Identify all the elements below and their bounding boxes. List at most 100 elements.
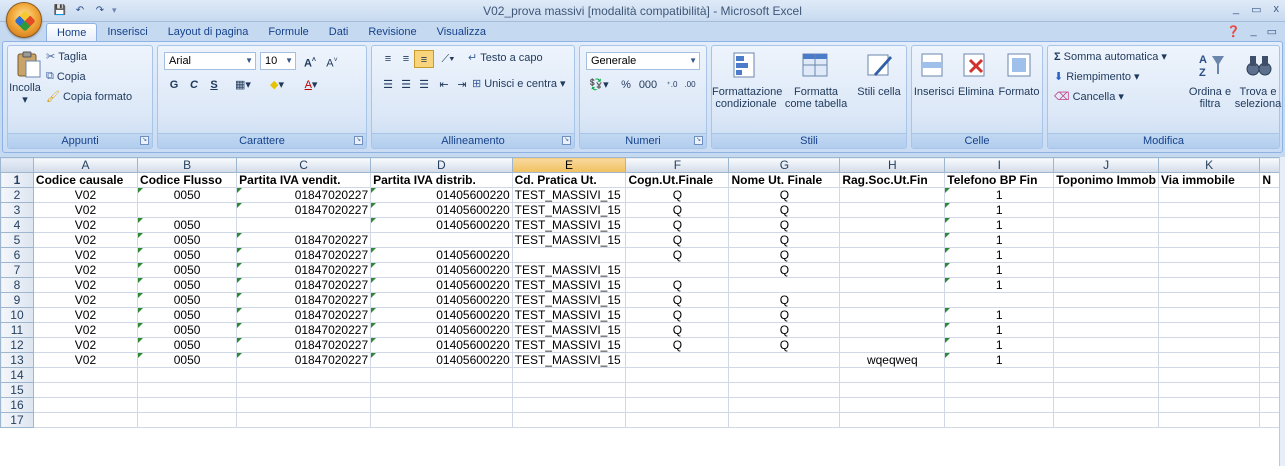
cell[interactable] [1053,187,1159,203]
restore-button[interactable]: ▭ [1251,3,1261,16]
cell[interactable]: 01405600220 [370,337,513,353]
cell[interactable] [1157,352,1261,368]
cell[interactable] [511,382,627,398]
cell-styles-button[interactable]: Stili cella [854,86,904,98]
vertical-scrollbar[interactable] [1279,157,1285,466]
row-header[interactable]: 1 [0,172,34,188]
cell[interactable] [839,202,946,218]
cell[interactable] [1259,397,1280,413]
cell[interactable]: 01405600220 [370,352,513,368]
cell[interactable]: Q [625,217,730,233]
cell[interactable]: 01405600220 [370,202,513,218]
cell[interactable]: 01847020227 [236,232,372,248]
underline-button[interactable]: S [204,76,224,94]
cell[interactable]: V02 [32,292,139,308]
cell[interactable] [1259,277,1280,293]
cell[interactable]: 01405600220 [370,277,513,293]
cell[interactable] [944,412,1055,428]
cell[interactable] [1157,292,1261,308]
minimize-button[interactable]: _ [1233,3,1239,16]
align-left-icon[interactable]: ☰ [378,76,398,94]
cell[interactable]: 01847020227 [236,337,372,353]
align-bottom-icon[interactable]: ≡ [414,50,434,68]
cell[interactable]: Cd. Pratica Ut. [511,172,627,188]
cell-styles-icon[interactable] [864,50,894,80]
tab-layout[interactable]: Layout di pagina [158,23,259,42]
tab-formule[interactable]: Formule [258,23,318,42]
cell[interactable]: 0050 [137,262,238,278]
help-icon[interactable]: ❓ [1227,25,1241,38]
cell[interactable] [728,397,841,413]
row-header[interactable]: 7 [0,262,34,278]
cell[interactable]: Q [728,307,841,323]
close-button[interactable]: x [1274,3,1280,16]
cell[interactable] [1157,307,1261,323]
cell[interactable]: 1 [944,337,1055,353]
cell[interactable]: Q [728,247,841,263]
fill-button[interactable]: ⬇ Riempimento ▾ [1054,70,1140,84]
cell[interactable] [728,277,841,293]
cell[interactable] [944,367,1055,383]
cell[interactable] [1053,307,1159,323]
cell[interactable]: 0050 [137,292,238,308]
cell[interactable] [625,382,730,398]
align-right-icon[interactable]: ☰ [414,76,434,94]
cell[interactable]: Q [625,232,730,248]
wrap-text-button[interactable]: ↵ Testo a capo [468,51,543,65]
office-button[interactable] [6,2,42,38]
cell[interactable]: 01847020227 [236,187,372,203]
cell[interactable] [1157,202,1261,218]
cell[interactable] [1259,382,1280,398]
orientation-icon[interactable]: ⟋▾ [436,50,460,68]
cell[interactable]: V02 [32,322,139,338]
cell[interactable]: Codice Flusso [137,172,238,188]
tab-visualizza[interactable]: Visualizza [427,23,496,42]
cell[interactable] [1157,412,1261,428]
cell[interactable]: Toponimo Immob [1053,172,1159,188]
cell[interactable] [625,352,730,368]
cell[interactable]: Partita IVA distrib. [370,172,513,188]
cell[interactable]: 0050 [137,322,238,338]
cell[interactable] [839,247,946,263]
find-select-button[interactable]: Trova e seleziona [1234,86,1282,110]
fill-color-icon[interactable]: ◆▾ [262,76,292,94]
cell[interactable] [1053,277,1159,293]
cell[interactable]: 01405600220 [370,322,513,338]
paste-icon[interactable] [14,50,44,80]
cell[interactable]: V02 [32,307,139,323]
cell[interactable]: 0050 [137,232,238,248]
bold-button[interactable]: G [164,76,184,94]
cell[interactable] [1157,397,1261,413]
cell[interactable] [1053,337,1159,353]
sort-filter-button[interactable]: Ordina e filtra [1186,86,1234,110]
cell[interactable]: N [1259,172,1280,188]
cell[interactable] [625,397,730,413]
binoculars-icon[interactable] [1244,50,1274,80]
conditional-format-icon[interactable] [730,50,760,80]
cell[interactable] [32,397,139,413]
cell[interactable]: 0050 [137,217,238,233]
column-header[interactable]: H [839,157,946,173]
row-header[interactable]: 2 [0,187,34,203]
cell[interactable] [1259,247,1280,263]
cell[interactable]: 0050 [137,187,238,203]
row-header[interactable]: 9 [0,292,34,308]
cell[interactable]: V02 [32,352,139,368]
column-header[interactable]: D [370,157,513,173]
cell[interactable]: 01847020227 [236,292,372,308]
cell[interactable] [944,397,1055,413]
number-format-select[interactable]: Generale ▼ [586,52,700,70]
cell[interactable]: Nome Ut. Finale [728,172,841,188]
column-header[interactable]: K [1157,157,1261,173]
cell[interactable] [839,232,946,248]
cell[interactable] [511,397,627,413]
cell[interactable]: Telefono BP Fin [944,172,1055,188]
row-header[interactable]: 11 [0,322,34,338]
cell[interactable] [728,382,841,398]
cell[interactable]: V02 [32,262,139,278]
cell[interactable]: TEST_MASSIVI_15 [511,337,627,353]
cell[interactable] [1259,367,1280,383]
cell[interactable]: Q [625,247,730,263]
italic-button[interactable]: C [184,76,204,94]
cell[interactable]: wqeqweq [839,352,946,368]
